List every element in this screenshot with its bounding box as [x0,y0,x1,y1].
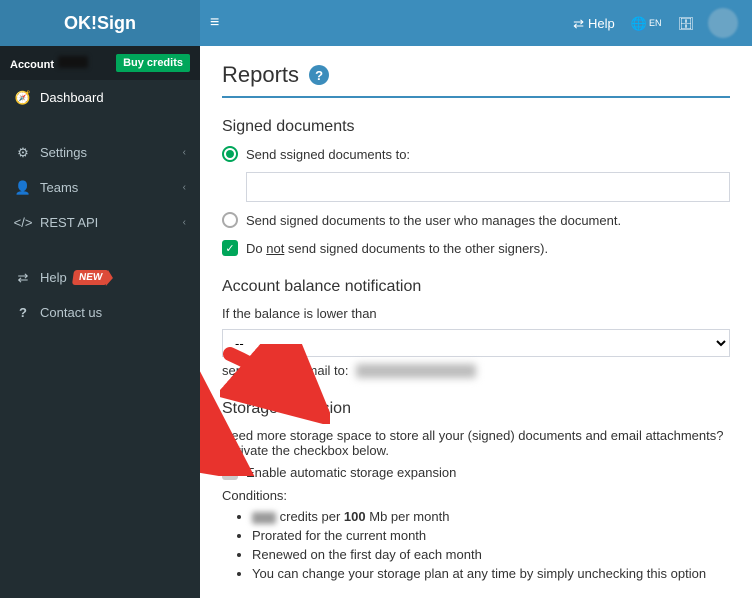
content: Reports ? Signed documents Send ssigned … [200,46,752,598]
radio-label: Send ssigned documents to: [246,147,410,162]
topbar-archive[interactable]: 🗄 [677,17,694,30]
sidebar-item-teams[interactable]: 👤 Teams ‹ [0,170,200,205]
topbar: ≡ ⇄ Help 🌐 EN 🗄 [200,0,752,46]
chevron-icon: ‹ [183,217,186,228]
section-heading: Signed documents [222,118,730,136]
avatar[interactable] [708,8,738,38]
sidebar-item-label: Teams [40,180,78,195]
sidebar-item-rest-api[interactable]: </> REST API ‹ [0,205,200,240]
balance-email-redacted [356,364,476,378]
sidebar: OK!Sign Account Buy credits 🧭 Dashboard … [0,0,200,598]
topbar-help[interactable]: ⇄ Help [573,17,615,30]
sidebar-item-contact[interactable]: ? Contact us [0,295,200,330]
main: ≡ ⇄ Help 🌐 EN 🗄 Reports ? Signe [200,0,752,598]
sidebar-item-dashboard[interactable]: 🧭 Dashboard [0,80,200,115]
user-icon: 👤 [14,181,32,194]
code-icon: </> [14,216,32,229]
account-label: Account [10,59,54,71]
balance-threshold-select[interactable]: -- [222,329,730,357]
section-heading: Storage extension [222,400,730,418]
page-title-row: Reports ? [222,62,730,88]
credits-redacted [252,512,276,524]
account-name-redacted [58,56,88,68]
condition-item: credits per 100 Mb per month [252,509,730,524]
radio-send-to[interactable]: Send ssigned documents to: [222,146,730,162]
hamburger-icon[interactable]: ≡ [210,15,219,31]
checkbox-label: Do not send signed documents to the othe… [246,241,548,256]
storage-desc: Need more storage space to store all you… [222,428,730,458]
logo: OK!Sign [0,0,200,46]
radio-icon[interactable] [222,146,238,162]
page-help-icon[interactable]: ? [309,65,329,85]
condition-item: Renewed on the first day of each month [252,547,730,562]
balance-email-row: send a daily e-mail to: [222,363,730,378]
checkbox-auto-storage[interactable]: Enable automatic storage expansion [222,464,730,480]
chevron-icon: ‹ [183,147,186,158]
checkbox-label: Enable automatic storage expansion [246,465,456,480]
section-storage: Storage extension Need more storage spac… [222,400,730,581]
sidebar-item-label: REST API [40,215,98,230]
condition-item: Prorated for the current month [252,528,730,543]
sidebar-item-label: Dashboard [40,90,104,105]
page-title: Reports [222,62,299,88]
help-menu-icon: ⇄ [573,17,584,30]
sidebar-item-label: Contact us [40,305,102,320]
conditions-list: credits per 100 Mb per month Prorated fo… [252,509,730,581]
nav: 🧭 Dashboard ⚙ Settings ‹ 👤 Teams ‹ </> R… [0,80,200,330]
send-to-input[interactable] [246,172,730,202]
dashboard-icon: 🧭 [14,91,32,104]
sidebar-item-help[interactable]: ⇄ Help NEW [0,260,200,295]
radio-label: Send signed documents to the user who ma… [246,213,621,228]
balance-label: If the balance is lower than [222,306,730,321]
archive-icon: 🗄 [677,17,694,30]
condition-item: You can change your storage plan at any … [252,566,730,581]
checkbox-do-not-send[interactable]: ✓ Do not send signed documents to the ot… [222,240,730,256]
globe-icon: 🌐 [631,17,647,30]
new-badge: NEW [72,270,109,285]
accent-rule [222,96,730,98]
account-row: Account Buy credits [0,46,200,80]
section-balance: Account balance notification If the bala… [222,278,730,378]
buy-credits-button[interactable]: Buy credits [116,54,190,72]
conditions-label: Conditions: [222,488,730,503]
sidebar-item-settings[interactable]: ⚙ Settings ‹ [0,135,200,170]
gear-icon: ⚙ [14,146,32,159]
radio-icon[interactable] [222,212,238,228]
topbar-language[interactable]: 🌐 EN [631,17,662,30]
question-icon: ? [14,306,32,319]
checkbox-icon[interactable]: ✓ [222,240,238,256]
chevron-icon: ‹ [183,182,186,193]
section-signed-documents: Signed documents Send ssigned documents … [222,118,730,256]
checkbox-icon[interactable] [222,464,238,480]
sidebar-item-label: Help [40,270,67,285]
help-icon: ⇄ [14,271,32,284]
sidebar-item-label: Settings [40,145,87,160]
radio-send-to-manager[interactable]: Send signed documents to the user who ma… [222,212,730,228]
section-heading: Account balance notification [222,278,730,296]
